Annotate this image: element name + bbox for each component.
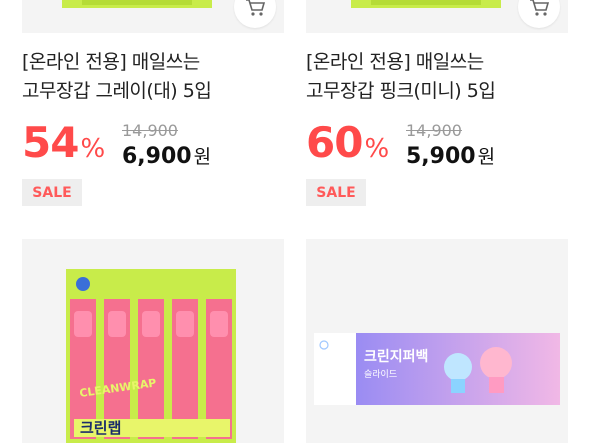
pink-gloves-pack-image: 크린랩 CLEANWRAP	[66, 269, 236, 443]
product-title-line1: [온라인 전용] 매일쓰는	[306, 51, 484, 73]
sale-price-1: 6,900 원	[122, 142, 211, 169]
product-title-line1: [온라인 전용] 매일쓰는	[22, 51, 200, 73]
product-title-1[interactable]: [온라인 전용] 매일쓰는 고무장갑 그레이(대) 5입	[22, 48, 284, 106]
discount-rate-2: 60%	[306, 118, 389, 174]
sale-badge-1: SALE	[22, 179, 82, 206]
box-brand-text: 크린지퍼백	[364, 348, 428, 365]
product-title-line2: 고무장갑 그레이(대) 5입	[22, 80, 212, 102]
discount-value: 60	[306, 118, 363, 167]
brand-text: 크린랩	[80, 419, 121, 437]
currency: 원	[477, 146, 496, 168]
discount-value: 54	[22, 118, 79, 167]
discount-unit: %	[364, 134, 389, 164]
box-sub-text: 슬라이드	[364, 369, 397, 380]
product-image-3[interactable]: 크린랩 CLEANWRAP	[22, 239, 284, 443]
currency: 원	[193, 146, 212, 168]
original-price-1: 14,900	[122, 121, 178, 140]
cart-icon	[246, 0, 266, 16]
sale-price-value: 5,900	[406, 144, 476, 169]
product-title-2[interactable]: [온라인 전용] 매일쓰는 고무장갑 핑크(미니) 5입	[306, 48, 568, 106]
zipper-bag-box-image: 크린지퍼백 슬라이드	[314, 333, 560, 405]
product-title-line2: 고무장갑 핑크(미니) 5입	[306, 80, 496, 102]
discount-unit: %	[80, 134, 105, 164]
product-image-4[interactable]: 크린지퍼백 슬라이드	[306, 239, 568, 443]
original-price-2: 14,900	[406, 121, 462, 140]
discount-rate-1: 54%	[22, 118, 105, 174]
cart-icon	[530, 0, 550, 16]
sale-badge-2: SALE	[306, 179, 366, 206]
sale-price-2: 5,900 원	[406, 142, 495, 169]
sale-price-value: 6,900	[122, 144, 192, 169]
